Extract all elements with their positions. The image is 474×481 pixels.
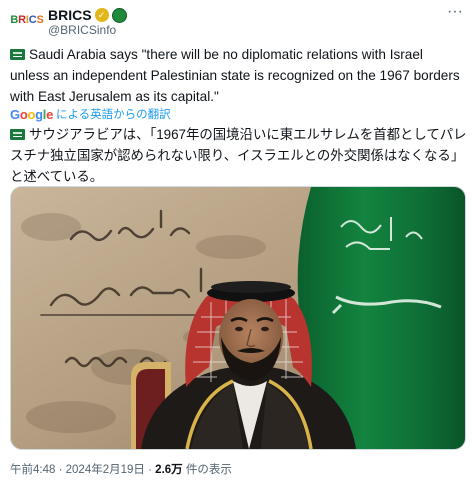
avatar-letter: C (28, 14, 37, 26)
tweet-photo[interactable] (10, 186, 466, 450)
avatar-letter: R (18, 14, 26, 26)
views-count: 2.6万 (155, 464, 183, 476)
display-name[interactable]: BRICS (48, 7, 92, 23)
meta-separator: · (58, 464, 63, 476)
avatar[interactable]: BRICS (10, 8, 44, 32)
saudi-flag-emoji-icon (10, 129, 25, 140)
tweet-text-english: Saudi Arabia says "there will be no dipl… (10, 44, 466, 107)
tweet-text-japanese: サウジアラビアは、「1967年の国境沿いに東エルサレムを首都としてパレスチナ独立… (10, 124, 468, 187)
tweet-time[interactable]: 午前4:48 (10, 464, 55, 476)
translate-label[interactable]: による英語からの翻訳 (56, 106, 171, 122)
tweet-text-ja: サウジアラビアは、「1967年の国境沿いに東エルサレムを首都としてパレスチナ独立… (10, 127, 467, 184)
meta-separator: · (148, 464, 152, 476)
saudi-flag-emoji-icon (10, 49, 25, 60)
gold-check-badge-icon[interactable]: ✓ (94, 8, 109, 22)
tweet-text-en: Saudi Arabia says "there will be no dipl… (10, 47, 460, 104)
green-badge-icon[interactable] (111, 7, 127, 23)
tweet-header: BRICS BRICS ✓ @BRICSinfo ··· (10, 4, 464, 38)
photo-illustration (11, 187, 465, 449)
avatar-letter: S (36, 14, 44, 26)
tweet-meta: 午前4:48 · 2024年2月19日 · 2.6万 件の表示 (10, 461, 232, 477)
tweet-date[interactable]: 2024年2月19日 (66, 464, 145, 476)
name-row: BRICS ✓ (48, 7, 127, 23)
user-handle[interactable]: @BRICSinfo (48, 23, 116, 37)
views-label: 件の表示 (185, 464, 232, 476)
avatar-letter: B (10, 14, 19, 26)
more-dots-icon[interactable]: ··· (446, 4, 464, 22)
google-logo-icon: Google (10, 106, 54, 122)
translation-attribution[interactable]: Google による英語からの翻訳 (10, 106, 171, 122)
